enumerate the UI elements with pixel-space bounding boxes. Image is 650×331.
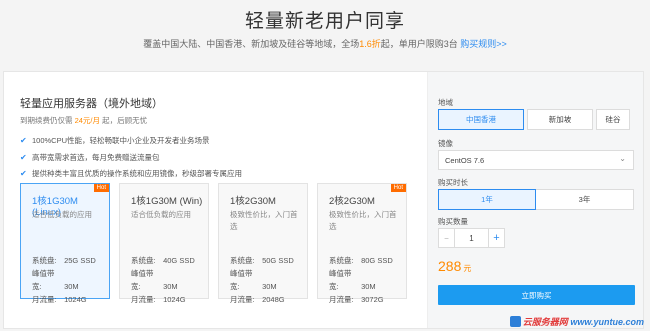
hot-badge: Hot <box>390 184 406 192</box>
image-select-value: CentOS 7.6 <box>445 155 485 165</box>
bandwidth-value: 30M <box>163 282 178 291</box>
check-icon: ✔ <box>20 152 27 162</box>
plan-specs: 系统盘: 40G SSD 峰值带宽: 30M 月流量: 1024G <box>131 254 195 306</box>
watermark-logo-icon <box>509 316 521 327</box>
feature-list: ✔ 100%CPU性能，轻松畅联中小企业及开发者业务场景 ✔ 高带宽需求首选，每月免… <box>20 133 242 183</box>
price-value: 288 <box>438 258 462 274</box>
feature-item: ✔ 100%CPU性能，轻松畅联中小企业及开发者业务场景 <box>20 133 242 150</box>
watermark-text: 云服务器网 <box>522 317 568 327</box>
region-selector: 中国香港 新加坡 硅谷 <box>438 109 630 130</box>
region-option-siliconvalley[interactable]: 硅谷 <box>596 109 630 130</box>
bandwidth-value: 30M <box>361 282 376 291</box>
duration-selector: 1年 3年 <box>438 189 634 210</box>
purchase-rules-link[interactable]: 购买规则>> <box>460 39 507 49</box>
traffic-value: 1024G <box>163 295 186 304</box>
config-panel: 地域 中国香港 新加坡 硅谷 镜像 CentOS 7.6 ⌄ 购买时长 1年 3… <box>427 72 643 328</box>
disk-label: 系统盘: <box>329 256 354 265</box>
plan-name: 1核2G30M <box>230 196 276 207</box>
total-price: 288 元 <box>438 258 471 274</box>
product-card: 轻量应用服务器（境外地域） 到期续费仍仅需 24元/月 起，后顾无忧 ✔ 100%… <box>3 71 644 329</box>
plan-desc: 极致性价比，入门首选 <box>329 210 397 231</box>
bandwidth-label: 峰值带宽: <box>230 269 253 291</box>
traffic-value: 2048G <box>262 295 285 304</box>
duration-label: 购买时长 <box>438 178 468 187</box>
plan-card-1c1g-linux[interactable]: Hot 1核1G30M (Linux) 适合低负载的应用 系统盘: 25G SS… <box>20 183 110 304</box>
watermark: 云服务器网 www.yuntue.com <box>509 315 644 328</box>
plan-card-1c2g[interactable]: 1核2G30M 极致性价比，入门首选 系统盘: 50G SSD 峰值带宽: 30… <box>218 183 308 304</box>
region-option-singapore[interactable]: 新加坡 <box>527 109 593 130</box>
subtitle-text-2: 起，单用户限购3台 <box>380 39 458 49</box>
bandwidth-value: 30M <box>64 282 79 291</box>
disk-label: 系统盘: <box>131 256 156 265</box>
feature-text: 提供种类丰富且优质的操作系统和应用镜像，秒级部署专属应用 <box>32 169 242 179</box>
disk-label: 系统盘: <box>230 256 255 265</box>
plan-specs: 系统盘: 25G SSD 峰值带宽: 30M 月流量: 1024G <box>32 254 96 306</box>
quantity-label: 购买数量 <box>438 217 468 226</box>
promo-text-2: 起，后顾无忧 <box>102 116 148 125</box>
product-title: 轻量应用服务器（境外地域） <box>20 98 163 110</box>
quantity-stepper: − 1 + <box>438 228 505 248</box>
image-select[interactable]: CentOS 7.6 ⌄ <box>438 150 634 170</box>
feature-item: ✔ 提供种类丰富且优质的操作系统和应用镜像，秒级部署专属应用 <box>20 166 242 183</box>
plan-name: 1核1G30M (Win) <box>131 196 203 207</box>
plan-card-2c2g[interactable]: Hot 2核2G30M 极致性价比，入门首选 系统盘: 80G SSD 峰值带宽… <box>317 183 407 304</box>
increment-button[interactable]: + <box>488 228 505 248</box>
plan-options: Hot 1核1G30M (Linux) 适合低负载的应用 系统盘: 25G SS… <box>20 183 416 304</box>
disk-value: 80G SSD <box>361 256 393 265</box>
decrement-button[interactable]: − <box>438 228 455 248</box>
page-subtitle: 覆盖中国大陆、中国香港、新加坡及硅谷等地域，全场1.6折起，单用户限购3台 购买… <box>0 37 650 50</box>
bandwidth-value: 30M <box>262 282 277 291</box>
promo-price: 24元/月 <box>74 116 101 125</box>
price-unit: 元 <box>463 264 472 273</box>
plan-desc: 适合低负载的应用 <box>32 210 92 219</box>
feature-text: 100%CPU性能，轻松畅联中小企业及开发者业务场景 <box>32 136 210 146</box>
check-icon: ✔ <box>20 136 27 146</box>
traffic-label: 月流量: <box>230 295 255 304</box>
traffic-label: 月流量: <box>32 295 57 304</box>
hot-badge: Hot <box>93 184 109 192</box>
plan-card-1c1g-win[interactable]: 1核1G30M (Win) 适合低负载的应用 系统盘: 40G SSD 峰值带宽… <box>119 183 209 304</box>
quantity-input[interactable]: 1 <box>455 228 488 248</box>
chevron-down-icon: ⌄ <box>619 154 626 163</box>
traffic-value: 3072G <box>361 295 384 304</box>
buy-now-button[interactable]: 立即购买 <box>438 285 635 305</box>
disk-value: 40G SSD <box>163 256 195 265</box>
disk-label: 系统盘: <box>32 256 57 265</box>
disk-value: 50G SSD <box>262 256 294 265</box>
duration-option-1y[interactable]: 1年 <box>438 189 536 210</box>
watermark-url: www.yuntue.com <box>570 317 644 327</box>
region-option-hongkong[interactable]: 中国香港 <box>438 109 524 130</box>
feature-text: 高带宽需求首选，每月免费赠送流量包 <box>32 152 160 162</box>
plan-name: 2核2G30M <box>329 196 375 207</box>
traffic-label: 月流量: <box>329 295 354 304</box>
duration-option-3y[interactable]: 3年 <box>536 189 634 210</box>
traffic-label: 月流量: <box>131 295 156 304</box>
bandwidth-label: 峰值带宽: <box>329 269 352 291</box>
plan-specs: 系统盘: 80G SSD 峰值带宽: 30M 月流量: 3072G <box>329 254 393 306</box>
bandwidth-label: 峰值带宽: <box>32 269 55 291</box>
subtitle-discount: 1.6折 <box>359 39 381 49</box>
promo-text: 到期续费仍仅需 <box>20 116 73 125</box>
check-icon: ✔ <box>20 169 27 179</box>
plan-desc: 适合低负载的应用 <box>131 210 191 219</box>
feature-item: ✔ 高带宽需求首选，每月免费赠送流量包 <box>20 150 242 167</box>
plan-specs: 系统盘: 50G SSD 峰值带宽: 30M 月流量: 2048G <box>230 254 294 306</box>
page-title: 轻量新老用户同享 <box>244 11 405 32</box>
region-label: 地域 <box>438 98 453 107</box>
subtitle-text: 覆盖中国大陆、中国香港、新加坡及硅谷等地域，全场 <box>143 39 360 49</box>
disk-value: 25G SSD <box>64 256 96 265</box>
product-info: 轻量应用服务器（境外地域） 到期续费仍仅需 24元/月 起，后顾无忧 ✔ 100%… <box>4 72 427 328</box>
bandwidth-label: 峰值带宽: <box>131 269 154 291</box>
plan-desc: 极致性价比，入门首选 <box>230 210 298 231</box>
image-label: 镜像 <box>438 139 453 148</box>
renewal-promo: 到期续费仍仅需 24元/月 起，后顾无忧 <box>20 115 147 126</box>
traffic-value: 1024G <box>64 295 87 304</box>
